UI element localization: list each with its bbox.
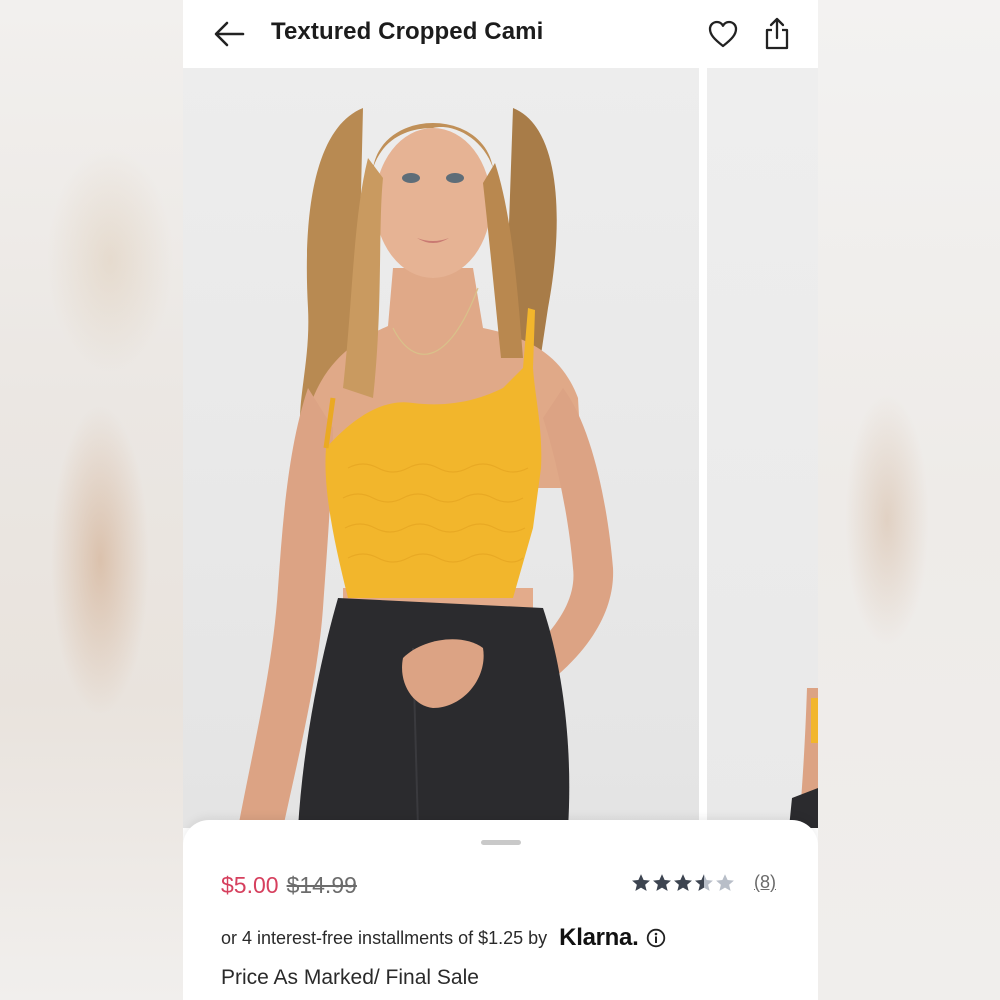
star-icon xyxy=(653,873,671,891)
review-count-link[interactable]: (8) xyxy=(754,872,776,893)
final-sale-note: Price As Marked/ Final Sale xyxy=(221,966,479,989)
model-photo xyxy=(238,108,614,828)
backdrop-left xyxy=(0,0,183,1000)
info-icon[interactable] xyxy=(646,928,666,948)
share-button[interactable] xyxy=(757,14,797,54)
installments-text: or 4 interest-free installments of $1.25… xyxy=(221,927,548,948)
rating-summary[interactable]: (8) xyxy=(631,872,776,893)
top-app-bar: Textured Cropped Cami xyxy=(183,0,818,68)
sheet-drag-handle[interactable] xyxy=(481,840,521,845)
star-icon xyxy=(674,873,692,891)
product-screen: Textured Cropped Cami $5.00 $14.99 (8) o… xyxy=(183,0,818,1000)
star-rating xyxy=(631,873,736,893)
product-image-next[interactable] xyxy=(707,68,818,828)
klarna-logo: Klarna. xyxy=(559,924,639,951)
heart-outline-icon xyxy=(708,20,738,48)
favorite-button[interactable] xyxy=(703,16,743,52)
price-row: $5.00 $14.99 xyxy=(221,872,357,899)
arrow-left-icon xyxy=(214,21,245,47)
back-button[interactable] xyxy=(209,16,249,52)
star-icon xyxy=(632,873,650,891)
backdrop-right xyxy=(817,0,1000,1000)
product-image-carousel[interactable] xyxy=(183,68,818,828)
star-icon xyxy=(716,873,734,891)
model-photo-next xyxy=(789,688,818,828)
product-details-sheet[interactable]: $5.00 $14.99 (8) or 4 interest-free inst… xyxy=(183,820,818,1000)
product-image-main[interactable] xyxy=(183,68,699,828)
star-icon xyxy=(695,873,713,891)
share-icon xyxy=(765,17,789,50)
page-title: Textured Cropped Cami xyxy=(271,18,544,45)
klarna-installments: or 4 interest-free installments of $1.25… xyxy=(221,924,666,952)
sale-price: $5.00 xyxy=(221,872,279,898)
original-price: $14.99 xyxy=(286,872,357,898)
